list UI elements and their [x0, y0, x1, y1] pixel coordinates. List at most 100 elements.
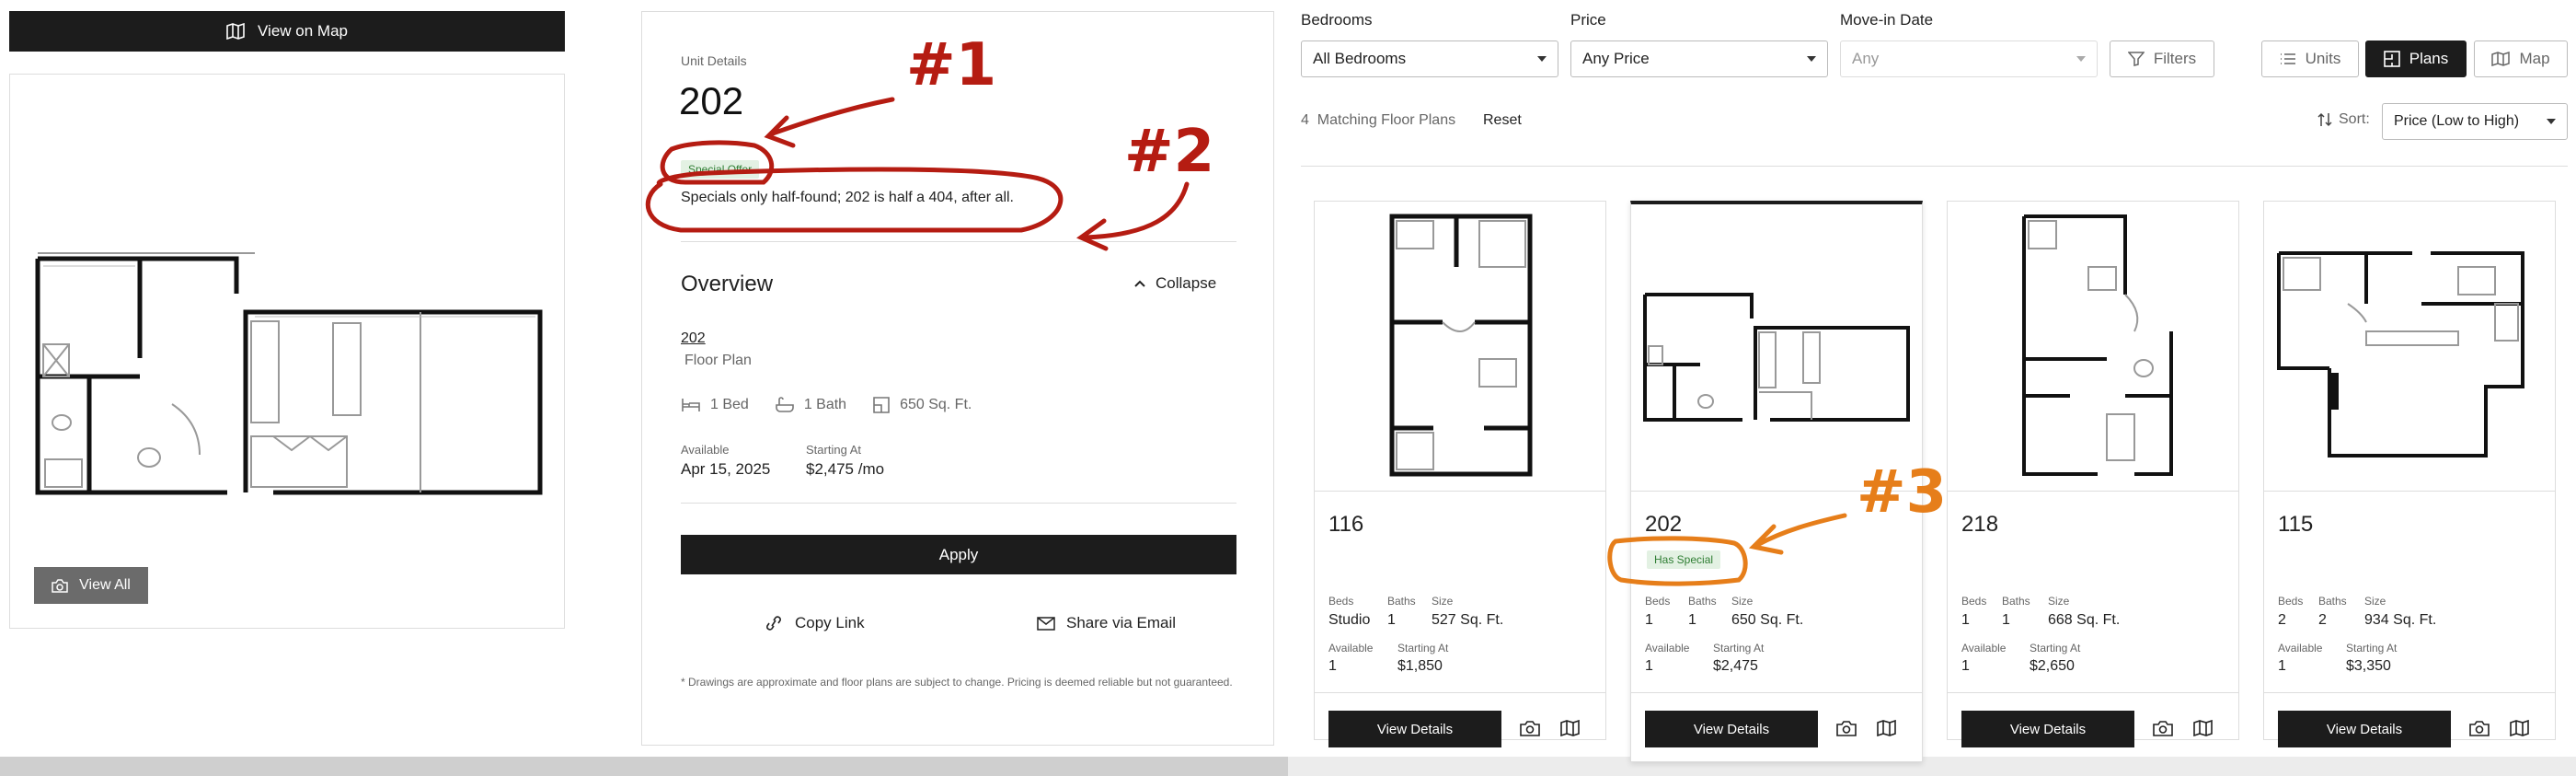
card-divider: [2263, 692, 2556, 693]
link-icon: [764, 615, 784, 631]
plans-view-button[interactable]: Plans: [2365, 41, 2467, 77]
starting-at-label: Starting At: [1713, 642, 1765, 654]
move-in-label: Move-in Date: [1840, 11, 1934, 29]
starting-at-label: Starting At: [2030, 642, 2081, 654]
floorplan-image-116: [1389, 214, 1533, 477]
beds-value: 2: [2278, 612, 2286, 628]
view-details-button[interactable]: View Details: [1961, 711, 2134, 747]
baths-value: 1: [1688, 612, 1696, 628]
baths-value: 1: [2002, 612, 2010, 628]
baths-value: 2: [2318, 612, 2327, 628]
chevron-up-icon: [1133, 279, 1146, 288]
map-icon[interactable]: [2510, 720, 2530, 736]
sort-select[interactable]: Price (Low to High): [2382, 103, 2568, 140]
chevron-down-icon: [1807, 56, 1816, 62]
starting-at-value: $1,850: [1397, 658, 1443, 674]
card-divider: [1947, 692, 2239, 693]
starting-at-value: $3,350: [2346, 658, 2391, 674]
camera-icon[interactable]: [1836, 720, 1857, 736]
reset-button[interactable]: Reset: [1483, 112, 1522, 129]
unit-details-label: Unit Details: [681, 53, 747, 68]
price-value: Any Price: [1582, 50, 1650, 67]
bath-icon: [775, 397, 795, 413]
size-value: 650 Sq. Ft.: [900, 397, 972, 412]
card-unit-number: 116: [1328, 512, 1364, 537]
floorplan-preview-panel: View All: [9, 74, 565, 629]
card-divider: [1630, 692, 1923, 693]
view-details-button[interactable]: View Details: [1328, 711, 1501, 747]
map-icon: [226, 23, 245, 40]
circle-has-special: [1607, 536, 1748, 586]
baths-label: Baths: [1387, 595, 1416, 608]
filters-button[interactable]: Filters: [2110, 41, 2214, 77]
size-value: 527 Sq. Ft.: [1432, 612, 1504, 628]
camera-icon[interactable]: [2153, 720, 2173, 736]
available-label: Available: [1961, 642, 2007, 654]
floorplan-image[interactable]: [34, 248, 551, 496]
map-icon[interactable]: [1560, 720, 1581, 736]
arrow-2: [1076, 181, 1190, 251]
starting-at-label: Starting At: [806, 443, 861, 457]
divider: [1301, 166, 2568, 167]
available-label: Available: [1328, 642, 1374, 654]
price-select[interactable]: Any Price: [1570, 41, 1828, 77]
bed-icon: [681, 397, 701, 413]
view-details-button[interactable]: View Details: [2278, 711, 2451, 747]
size-value: 934 Sq. Ft.: [2364, 612, 2437, 628]
collapse-button[interactable]: Collapse: [1133, 274, 1216, 293]
chevron-down-icon: [2076, 56, 2086, 62]
available-value: 1: [1645, 658, 1653, 674]
sort-icon: [2317, 112, 2333, 127]
camera-icon[interactable]: [2469, 720, 2490, 736]
units-label: Units: [2305, 50, 2341, 67]
starting-at-value: $2,650: [2030, 658, 2075, 674]
map-icon[interactable]: [1877, 720, 1897, 736]
camera-icon: [52, 578, 68, 593]
copy-link-button[interactable]: Copy Link: [764, 614, 865, 632]
size-label: Size: [1432, 595, 1454, 608]
sort-label: Sort:: [2339, 111, 2370, 127]
view-all-label: View All: [79, 577, 131, 593]
view-on-map-button[interactable]: View on Map: [9, 11, 565, 52]
disclaimer-text: * Drawings are approximate and floor pla…: [681, 676, 1233, 689]
baths-value: 1 Bath: [803, 397, 847, 412]
available-value: 1: [2278, 658, 2286, 674]
view-details-button[interactable]: View Details: [1645, 711, 1818, 747]
apply-button[interactable]: Apply: [681, 535, 1236, 574]
apply-label: Apply: [938, 545, 979, 563]
arrow-1: [764, 97, 895, 148]
arrow-3: [1748, 513, 1847, 555]
result-count: 4 Matching Floor Plans: [1301, 112, 1455, 129]
plans-label: Plans: [2409, 50, 2449, 67]
card-divider: [1314, 491, 1606, 492]
collapse-label: Collapse: [1156, 274, 1217, 292]
annotation-red-marks: [645, 97, 1190, 251]
map-view-button[interactable]: Map: [2474, 41, 2568, 77]
baths-value: 1: [1387, 612, 1396, 628]
beds-value: 1: [1645, 612, 1653, 628]
available-label: Available: [1645, 642, 1690, 654]
size-value: 668 Sq. Ft.: [2048, 612, 2121, 628]
sort-label-group: Sort:: [2317, 111, 2370, 128]
beds-label: Beds: [1328, 595, 1354, 608]
camera-icon[interactable]: [1520, 720, 1540, 736]
starting-at-value: $2,475 /mo: [806, 460, 885, 478]
scrollbar-thumb[interactable]: [0, 757, 1288, 776]
bedrooms-select[interactable]: All Bedrooms: [1301, 41, 1558, 77]
size-label: Size: [2048, 595, 2070, 608]
units-view-button[interactable]: Units: [2261, 41, 2359, 77]
starting-at-label: Starting At: [1397, 642, 1449, 654]
floorplan-icon: [2383, 51, 2400, 67]
card-divider: [2263, 491, 2556, 492]
view-all-photos-button[interactable]: View All: [34, 567, 148, 604]
map-icon[interactable]: [2193, 720, 2214, 736]
baths-label: Baths: [2002, 595, 2030, 608]
card-unit-number: 115: [2278, 512, 2314, 537]
move-in-select[interactable]: Any: [1840, 41, 2098, 77]
share-email-button[interactable]: Share via Email: [1037, 614, 1176, 632]
size-icon: [872, 396, 891, 414]
annotation-orange-marks: [1607, 513, 1847, 586]
chevron-down-icon: [2547, 119, 2556, 124]
map-icon: [2491, 52, 2511, 66]
floor-plan-link[interactable]: 202: [681, 330, 706, 347]
